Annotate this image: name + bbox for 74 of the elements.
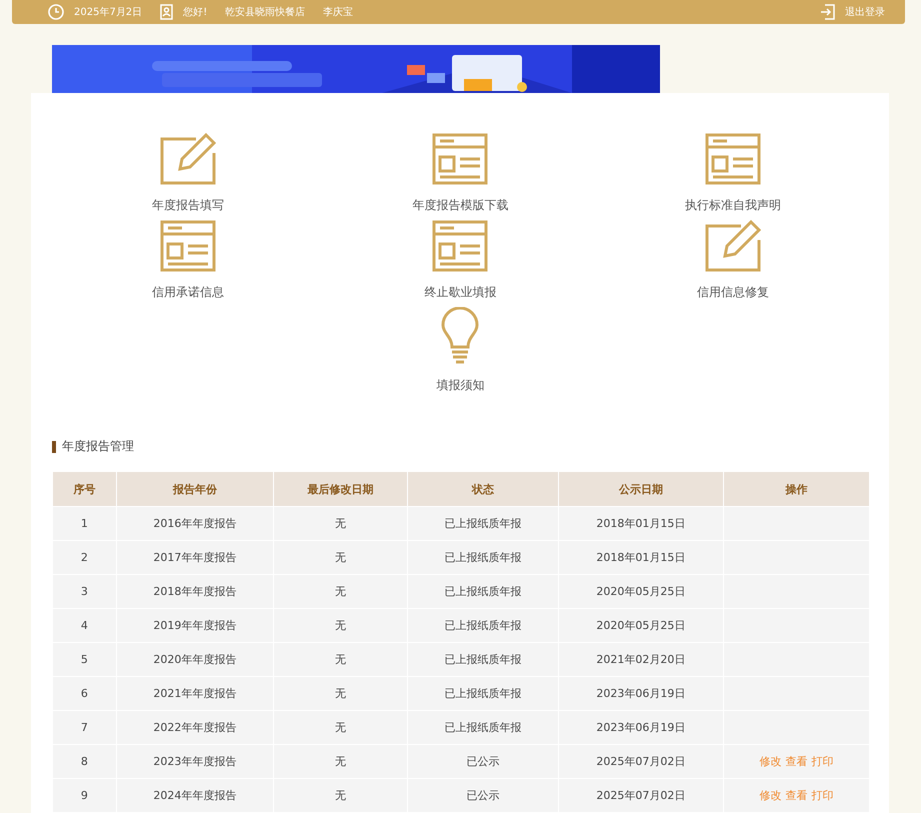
greeting-text: 您好! — [183, 6, 208, 19]
table-cell: 无 — [274, 744, 408, 778]
table-cell: 无 — [274, 540, 408, 574]
table-cell: 8 — [52, 744, 116, 778]
table-cell: 2024年年度报告 — [116, 778, 274, 812]
user-card-icon — [160, 4, 174, 20]
table-cell: 2022年年度报告 — [116, 710, 274, 744]
table-cell: 2023年06月19日 — [558, 710, 724, 744]
column-header: 序号 — [52, 472, 116, 506]
table-cell: 2023年06月19日 — [558, 676, 724, 710]
form-icon — [704, 133, 761, 185]
shortcut-link[interactable]: 填报须知 — [436, 377, 484, 394]
shortcut-link[interactable]: 年度报告模版下载 — [412, 197, 508, 214]
table-cell: 已上报纸质年报 — [407, 574, 559, 608]
clock-icon — [48, 4, 64, 20]
table-cell: 无 — [274, 778, 408, 812]
table-cell: 无 — [274, 506, 408, 540]
pencil-icon — [160, 133, 216, 185]
table-cell: 2 — [52, 540, 116, 574]
table-cell: 无 — [274, 608, 408, 642]
shortcut-link[interactable]: 终止歇业填报 — [424, 284, 496, 301]
column-header: 最后修改日期 — [274, 472, 408, 506]
shortcut-link[interactable]: 信用信息修复 — [696, 284, 769, 301]
column-header: 公示日期 — [558, 472, 724, 506]
table-cell: 2019年年度报告 — [116, 608, 274, 642]
table-cell: 已上报纸质年报 — [407, 540, 559, 574]
table-cell: 2018年01月15日 — [558, 540, 724, 574]
lightbulb-icon — [440, 307, 480, 365]
column-header: 操作 — [723, 472, 870, 506]
section-marker — [52, 440, 56, 452]
table-cell: 已公示 — [407, 744, 559, 778]
date-text: 2025年7月2日 — [74, 6, 142, 19]
shortcut-link[interactable]: 年度报告填写 — [152, 197, 224, 214]
pencil-icon — [704, 220, 761, 272]
form-icon — [432, 133, 488, 185]
form-icon — [160, 220, 216, 272]
table-cell: 2018年年度报告 — [116, 574, 274, 608]
table-cell: 2018年01月15日 — [558, 506, 724, 540]
shortcut-link[interactable]: 信用承诺信息 — [152, 284, 224, 301]
table-cell: 7 — [52, 710, 116, 744]
company-name: 乾安县晓雨快餐店 — [225, 6, 306, 19]
table-cell: 1 — [52, 506, 116, 540]
table-cell: 2016年年度报告 — [116, 506, 274, 540]
table-cell: 2020年年度报告 — [116, 642, 274, 676]
table-cell: 6 — [52, 676, 116, 710]
table-cell: 2020年05月25日 — [558, 608, 724, 642]
table-cell: 已上报纸质年报 — [407, 506, 559, 540]
table-cell: 无 — [274, 574, 408, 608]
form-icon — [432, 220, 488, 272]
table-cell: 无 — [274, 642, 408, 676]
user-name: 李庆宝 — [323, 6, 354, 19]
table-cell: 3 — [52, 574, 116, 608]
table-cell: 已上报纸质年报 — [407, 642, 559, 676]
table-cell: 4 — [52, 608, 116, 642]
table-cell: 已上报纸质年报 — [407, 710, 559, 744]
table-cell: 2021年02月20日 — [558, 642, 724, 676]
column-header: 状态 — [407, 472, 559, 506]
table-cell: 2023年年度报告 — [116, 744, 274, 778]
shortcut-link[interactable]: 执行标准自我声明 — [684, 197, 781, 214]
table-cell: 已公示 — [407, 778, 559, 812]
table-cell: 9 — [52, 778, 116, 812]
table-cell: 2017年年度报告 — [116, 540, 274, 574]
table-cell: 已上报纸质年报 — [407, 676, 559, 710]
table-cell: 2020年05月25日 — [558, 574, 724, 608]
table-cell: 2025年07月02日 — [558, 744, 724, 778]
table-cell: 无 — [274, 676, 408, 710]
table-cell: 5 — [52, 642, 116, 676]
table-cell: 已上报纸质年报 — [407, 608, 559, 642]
table-cell: 2025年07月02日 — [558, 778, 724, 812]
logout-icon[interactable] — [820, 4, 835, 20]
column-header: 报告年份 — [116, 472, 274, 506]
section-title: 年度报告管理 — [62, 438, 134, 455]
table-cell: 2021年年度报告 — [116, 676, 274, 710]
table-cell: 无 — [274, 710, 408, 744]
